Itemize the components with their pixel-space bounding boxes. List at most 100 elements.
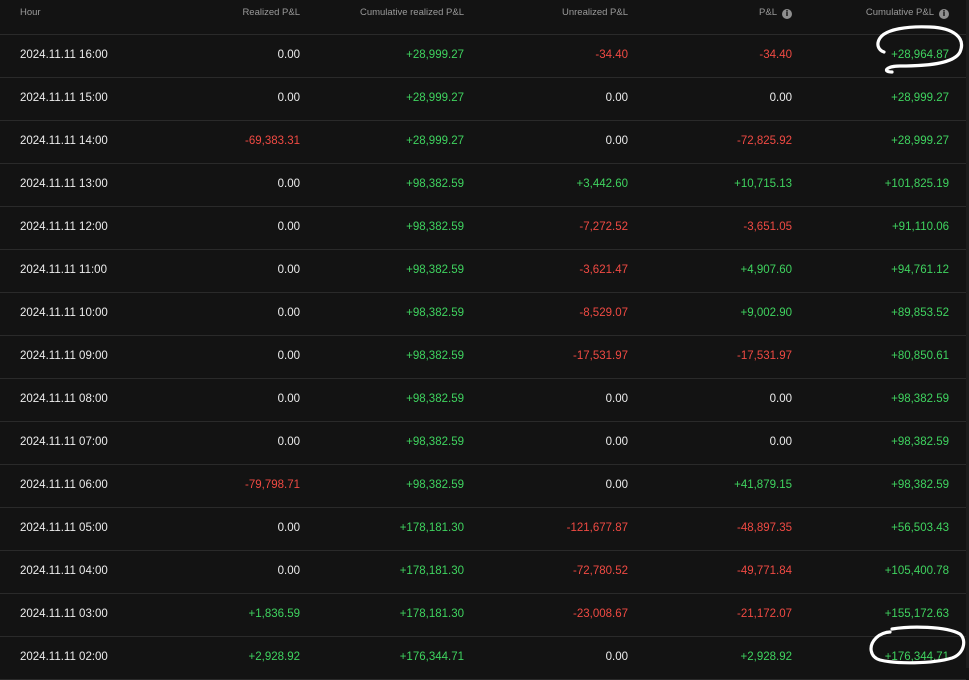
- table-row[interactable]: 2024.11.11 05:00 0.00 +178,181.30 -121,677.…: [0, 508, 966, 551]
- unrealized-pnl-cell: 0.00: [605, 479, 628, 491]
- cumulative-realized-pnl-cell: +28,999.27: [406, 92, 464, 104]
- table-row[interactable]: 2024.11.11 14:00 -69,383.31 +28,999.27 0.00…: [0, 121, 966, 164]
- hour-cell: 2024.11.11 08:00: [20, 393, 108, 405]
- info-icon[interactable]: i: [782, 9, 792, 19]
- info-icon[interactable]: i: [939, 9, 949, 19]
- cumulative-realized-pnl-cell: +178,181.30: [399, 522, 464, 534]
- header-cumulative-pnl[interactable]: Cumulative P&L i: [866, 0, 949, 34]
- pnl-cell: 0.00: [769, 393, 792, 405]
- cumulative-realized-pnl-cell: +98,382.59: [406, 221, 464, 233]
- unrealized-pnl-cell: -8,529.07: [579, 307, 628, 319]
- pnl-cell: +2,928.92: [740, 651, 792, 663]
- table-row[interactable]: 2024.11.11 12:00 0.00 +98,382.59 -7,272.52 -…: [0, 207, 966, 250]
- table-row[interactable]: 2024.11.11 13:00 0.00 +98,382.59 +3,442.60 +…: [0, 164, 966, 207]
- unrealized-pnl-cell: 0.00: [605, 436, 628, 448]
- pnl-cell: +4,907.60: [740, 264, 792, 276]
- hour-cell: 2024.11.11 05:00: [20, 522, 108, 534]
- realized-pnl-cell: +2,928.92: [248, 651, 300, 663]
- table-row[interactable]: 2024.11.11 06:00 -79,798.71 +98,382.59 0.00…: [0, 465, 966, 508]
- pnl-cell: -3,651.05: [743, 221, 792, 233]
- pnl-cell: -48,897.35: [737, 522, 792, 534]
- pnl-cell: -49,771.84: [737, 565, 792, 577]
- cumulative-realized-pnl-cell: +98,382.59: [406, 264, 464, 276]
- pnl-cell: 0.00: [769, 92, 792, 104]
- cumulative-realized-pnl-cell: +98,382.59: [406, 350, 464, 362]
- pnl-cell: +10,715.13: [734, 178, 792, 190]
- realized-pnl-cell: 0.00: [277, 178, 300, 190]
- table-row[interactable]: 2024.11.11 16:00 0.00 +28,999.27 -34.40 -34.…: [0, 35, 966, 78]
- table-row[interactable]: 2024.11.11 08:00 0.00 +98,382.59 0.00 0.00 +9…: [0, 379, 966, 422]
- cumulative-pnl-cell: +89,853.52: [891, 307, 949, 319]
- hour-cell: 2024.11.11 12:00: [20, 221, 108, 233]
- cumulative-realized-pnl-cell: +178,181.30: [399, 608, 464, 620]
- cumulative-pnl-cell: +105,400.78: [884, 565, 949, 577]
- cumulative-realized-pnl-cell: +98,382.59: [406, 178, 464, 190]
- hourly-pnl-table: Hour Realized P&L Cumulative realized P&…: [0, 0, 966, 680]
- unrealized-pnl-cell: 0.00: [605, 393, 628, 405]
- table-row[interactable]: 2024.11.11 15:00 0.00 +28,999.27 0.00 0.00 +2…: [0, 78, 966, 121]
- table-row[interactable]: 2024.11.11 11:00 0.00 +98,382.59 -3,621.47 +…: [0, 250, 966, 293]
- unrealized-pnl-cell: -17,531.97: [573, 350, 628, 362]
- cumulative-realized-pnl-cell: +28,999.27: [406, 49, 464, 61]
- cumulative-pnl-cell: +101,825.19: [884, 178, 949, 190]
- realized-pnl-cell: 0.00: [277, 522, 300, 534]
- header-cumulative-realized-pnl[interactable]: Cumulative realized P&L: [360, 0, 464, 34]
- hour-cell: 2024.11.11 15:00: [20, 92, 108, 104]
- cumulative-pnl-cell: +98,382.59: [891, 436, 949, 448]
- hour-cell: 2024.11.11 13:00: [20, 178, 108, 190]
- cumulative-realized-pnl-cell: +28,999.27: [406, 135, 464, 147]
- header-realized-pnl[interactable]: Realized P&L: [242, 0, 300, 34]
- pnl-cell: -72,825.92: [737, 135, 792, 147]
- unrealized-pnl-cell: -7,272.52: [579, 221, 628, 233]
- realized-pnl-cell: -79,798.71: [245, 479, 300, 491]
- hour-cell: 2024.11.11 10:00: [20, 307, 108, 319]
- cumulative-pnl-cell: +56,503.43: [891, 522, 949, 534]
- cumulative-realized-pnl-cell: +98,382.59: [406, 307, 464, 319]
- unrealized-pnl-cell: 0.00: [605, 135, 628, 147]
- unrealized-pnl-cell: 0.00: [605, 651, 628, 663]
- cumulative-realized-pnl-cell: +176,344.71: [399, 651, 464, 663]
- unrealized-pnl-cell: -121,677.87: [566, 522, 628, 534]
- table-row[interactable]: 2024.11.11 02:00 +2,928.92 +176,344.71 0.00…: [0, 637, 966, 680]
- hour-cell: 2024.11.11 02:00: [20, 651, 108, 663]
- cumulative-pnl-cell: +80,850.61: [891, 350, 949, 362]
- pnl-cell: -17,531.97: [737, 350, 792, 362]
- realized-pnl-cell: +1,836.59: [248, 608, 300, 620]
- header-hour[interactable]: Hour: [20, 0, 41, 34]
- unrealized-pnl-cell: -34.40: [595, 49, 628, 61]
- hour-cell: 2024.11.11 14:00: [20, 135, 108, 147]
- pnl-cell: -21,172.07: [737, 608, 792, 620]
- hour-cell: 2024.11.11 16:00: [20, 49, 108, 61]
- hour-cell: 2024.11.11 09:00: [20, 350, 108, 362]
- table-row[interactable]: 2024.11.11 09:00 0.00 +98,382.59 -17,531.97…: [0, 336, 966, 379]
- pnl-cell: +41,879.15: [734, 479, 792, 491]
- realized-pnl-cell: 0.00: [277, 92, 300, 104]
- pnl-cell: +9,002.90: [740, 307, 792, 319]
- realized-pnl-cell: 0.00: [277, 221, 300, 233]
- hour-cell: 2024.11.11 07:00: [20, 436, 108, 448]
- cumulative-realized-pnl-cell: +98,382.59: [406, 479, 464, 491]
- unrealized-pnl-cell: +3,442.60: [576, 178, 628, 190]
- table-row[interactable]: 2024.11.11 07:00 0.00 +98,382.59 0.00 0.00 +9…: [0, 422, 966, 465]
- cumulative-realized-pnl-cell: +98,382.59: [406, 436, 464, 448]
- cumulative-pnl-cell: +28,964.87: [891, 49, 949, 61]
- cumulative-pnl-cell: +28,999.27: [891, 92, 949, 104]
- unrealized-pnl-cell: -3,621.47: [579, 264, 628, 276]
- pnl-cell: 0.00: [769, 436, 792, 448]
- unrealized-pnl-cell: -72,780.52: [573, 565, 628, 577]
- table-row[interactable]: 2024.11.11 04:00 0.00 +178,181.30 -72,780.5…: [0, 551, 966, 594]
- header-unrealized-pnl[interactable]: Unrealized P&L: [562, 0, 628, 34]
- realized-pnl-cell: 0.00: [277, 565, 300, 577]
- cumulative-pnl-cell: +98,382.59: [891, 393, 949, 405]
- header-pnl[interactable]: P&L i: [759, 0, 792, 34]
- hour-cell: 2024.11.11 04:00: [20, 565, 108, 577]
- table-row[interactable]: 2024.11.11 03:00 +1,836.59 +178,181.30 -23,…: [0, 594, 966, 637]
- cumulative-realized-pnl-cell: +98,382.59: [406, 393, 464, 405]
- cumulative-pnl-cell: +155,172.63: [884, 608, 949, 620]
- hour-cell: 2024.11.11 06:00: [20, 479, 108, 491]
- realized-pnl-cell: 0.00: [277, 436, 300, 448]
- unrealized-pnl-cell: -23,008.67: [573, 608, 628, 620]
- table-row[interactable]: 2024.11.11 10:00 0.00 +98,382.59 -8,529.07 +…: [0, 293, 966, 336]
- unrealized-pnl-cell: 0.00: [605, 92, 628, 104]
- hour-cell: 2024.11.11 11:00: [20, 264, 107, 276]
